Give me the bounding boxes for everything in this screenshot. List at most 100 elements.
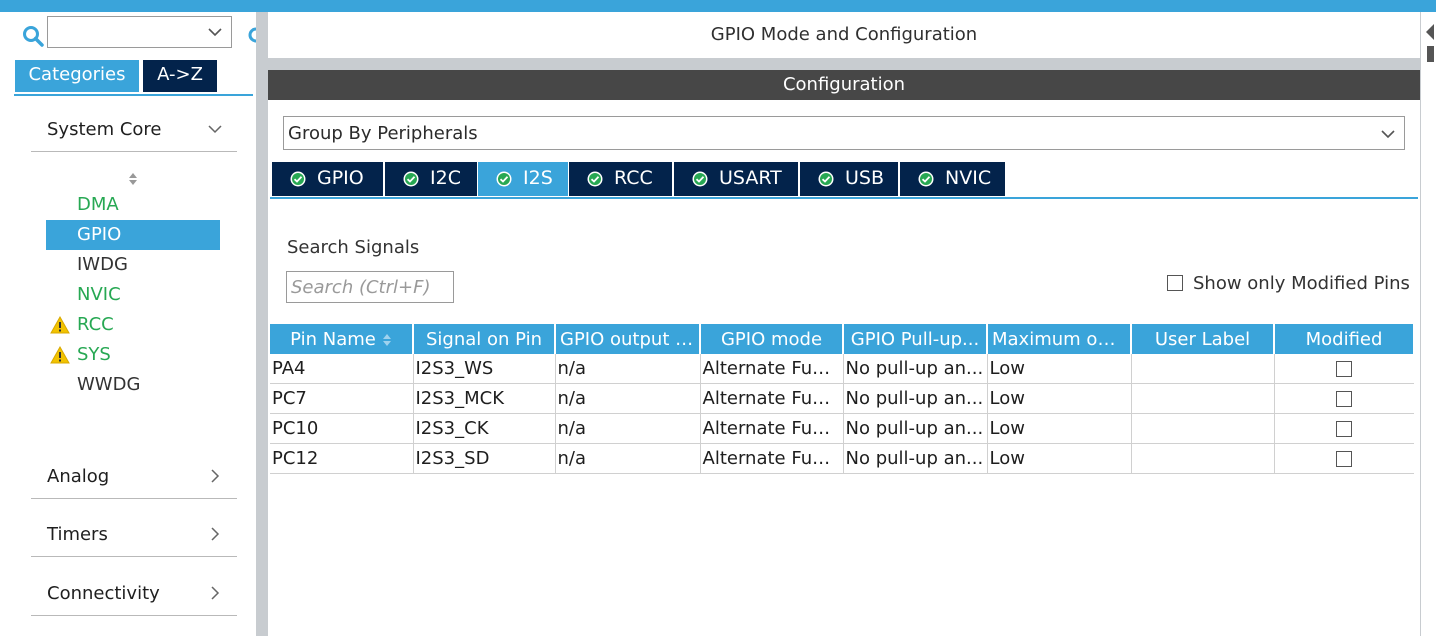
- cell-user-label[interactable]: [1131, 443, 1275, 474]
- cell-user-label[interactable]: [1131, 383, 1275, 414]
- cell-pin: PC7: [270, 383, 414, 414]
- tab-usb[interactable]: USB: [800, 162, 898, 196]
- cell-user-label[interactable]: [1131, 413, 1275, 444]
- cell-mode: Alternate Fun...: [700, 354, 844, 384]
- tab-label: I2C: [430, 167, 461, 189]
- column-header-output-level[interactable]: GPIO output l...: [555, 324, 701, 354]
- cell-output-level: n/a: [555, 354, 701, 384]
- tab-rcc[interactable]: RCC: [569, 162, 672, 196]
- modified-checkbox[interactable]: [1336, 421, 1353, 437]
- check-circle-icon: [403, 171, 419, 187]
- check-circle-icon: [918, 171, 934, 187]
- tab-i2s[interactable]: I2S: [478, 162, 568, 196]
- modified-checkbox[interactable]: [1336, 391, 1353, 407]
- top-accent-bar: [0, 0, 1436, 12]
- cell-modified: [1274, 354, 1414, 384]
- item-label: DMA: [77, 194, 119, 215]
- tab-i2c[interactable]: I2C: [385, 162, 477, 196]
- warning-icon: [50, 316, 70, 334]
- cell-pin: PC10: [270, 413, 414, 444]
- chevron-down-icon[interactable]: [207, 24, 223, 40]
- table-row[interactable]: PC10 I2S3_CK n/a Alternate Fun... No pul…: [270, 413, 1414, 444]
- column-header-user-label[interactable]: User Label: [1131, 324, 1275, 354]
- category-analog[interactable]: Analog: [31, 458, 237, 499]
- cell-signal: I2S3_CK: [413, 413, 556, 444]
- item-label: SYS: [77, 344, 111, 365]
- categories-panel: Categories A->Z System Core DMA GPIO IWD…: [0, 12, 256, 636]
- tab-gpio[interactable]: GPIO: [272, 162, 383, 196]
- item-label: WWDG: [77, 374, 141, 395]
- sort-icon[interactable]: [126, 170, 140, 188]
- search-signals-label: Search Signals: [287, 237, 420, 258]
- search-signals-input[interactable]: [286, 271, 454, 303]
- item-label: RCC: [77, 314, 114, 335]
- chevron-down-icon[interactable]: [1380, 126, 1396, 142]
- tab-a-to-z[interactable]: A->Z: [143, 60, 217, 92]
- right-collapse-gutter[interactable]: [1420, 12, 1436, 636]
- cell-max-speed: Low: [987, 413, 1132, 444]
- tab-label: RCC: [614, 167, 653, 189]
- chevron-right-icon[interactable]: [207, 585, 223, 601]
- cell-user-label[interactable]: [1131, 354, 1275, 384]
- configuration-title: Configuration: [268, 70, 1420, 100]
- warning-icon: [50, 346, 70, 364]
- cell-pull: No pull-up an...: [843, 354, 988, 384]
- tab-usart[interactable]: USART: [674, 162, 798, 196]
- column-header-modified[interactable]: Modified: [1274, 324, 1415, 354]
- system-core-item-iwdg[interactable]: IWDG: [46, 250, 220, 280]
- category-label: System Core: [47, 119, 162, 140]
- cell-pull: No pull-up an...: [843, 443, 988, 474]
- system-core-item-gpio[interactable]: GPIO: [46, 220, 220, 250]
- tab-label: I2S: [523, 167, 553, 189]
- cell-max-speed: Low: [987, 383, 1132, 414]
- collapse-arrow-icon[interactable]: [1423, 20, 1435, 66]
- modified-checkbox[interactable]: [1336, 361, 1353, 377]
- column-header-signal[interactable]: Signal on Pin: [413, 324, 556, 354]
- tab-nvic[interactable]: NVIC: [900, 162, 1005, 196]
- check-circle-icon: [818, 171, 834, 187]
- cell-pin: PC12: [270, 443, 414, 474]
- table-row[interactable]: PC7 I2S3_MCK n/a Alternate Fun... No pul…: [270, 383, 1414, 414]
- system-core-item-wwdg[interactable]: WWDG: [46, 370, 220, 400]
- system-core-item-nvic[interactable]: NVIC: [46, 280, 220, 310]
- section-divider: [268, 58, 1420, 70]
- column-header-pin-name[interactable]: Pin Name: [270, 324, 414, 354]
- cell-pin: PA4: [270, 354, 414, 384]
- tab-categories[interactable]: Categories: [15, 60, 139, 92]
- system-core-item-sys[interactable]: SYS: [46, 340, 220, 370]
- system-core-item-dma[interactable]: DMA: [46, 190, 220, 220]
- panel-splitter[interactable]: [256, 12, 268, 636]
- table-row[interactable]: PA4 I2S3_WS n/a Alternate Fun... No pull…: [270, 354, 1414, 384]
- gear-icon[interactable]: [248, 26, 256, 44]
- tab-label: USB: [845, 167, 885, 189]
- category-label: Timers: [47, 524, 108, 545]
- column-header-max-speed[interactable]: Maximum out...: [987, 324, 1132, 354]
- chevron-right-icon[interactable]: [207, 526, 223, 542]
- column-header-gpio-mode[interactable]: GPIO mode: [700, 324, 844, 354]
- gpio-configuration-panel: GPIO Mode and Configuration Configuratio…: [268, 12, 1420, 636]
- category-connectivity[interactable]: Connectivity: [31, 575, 237, 616]
- chevron-right-icon[interactable]: [207, 468, 223, 484]
- modified-checkbox[interactable]: [1336, 451, 1353, 467]
- system-core-item-rcc[interactable]: RCC: [46, 310, 220, 340]
- item-label: IWDG: [77, 254, 128, 275]
- category-timers[interactable]: Timers: [31, 516, 237, 557]
- tab-label: USART: [719, 167, 782, 189]
- cell-mode: Alternate Fun...: [700, 383, 844, 414]
- chevron-down-icon[interactable]: [207, 121, 223, 137]
- category-search-combo[interactable]: [47, 16, 232, 48]
- category-system-core[interactable]: System Core: [31, 111, 237, 152]
- show-modified-checkbox[interactable]: [1167, 275, 1183, 291]
- column-header-pull[interactable]: GPIO Pull-up...: [843, 324, 988, 354]
- table-row[interactable]: PC12 I2S3_SD n/a Alternate Fun... No pul…: [270, 443, 1414, 474]
- cell-max-speed: Low: [987, 443, 1132, 474]
- cell-pull: No pull-up an...: [843, 383, 988, 414]
- sort-icon[interactable]: [382, 333, 392, 347]
- category-label: Analog: [47, 466, 110, 487]
- cell-max-speed: Low: [987, 354, 1132, 384]
- cell-signal: I2S3_SD: [413, 443, 556, 474]
- cell-output-level: n/a: [555, 383, 701, 414]
- cell-signal: I2S3_MCK: [413, 383, 556, 414]
- group-by-select[interactable]: Group By Peripherals: [283, 116, 1405, 150]
- search-icon[interactable]: [22, 25, 44, 47]
